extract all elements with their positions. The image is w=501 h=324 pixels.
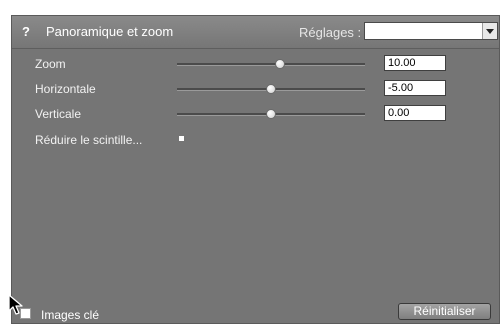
horizontal-slider-thumb[interactable]: [266, 84, 276, 94]
panel-header: ? Panoramique et zoom Réglages :: [12, 16, 499, 49]
vertical-slider[interactable]: [177, 109, 365, 119]
horizontal-label: Horizontale: [35, 82, 96, 96]
presets-label: Réglages :: [299, 25, 362, 40]
horizontal-slider[interactable]: [177, 84, 365, 94]
zoom-slider[interactable]: [177, 59, 365, 69]
reduce-flicker-label: Réduire le scintille...: [35, 133, 143, 147]
vertical-value-field[interactable]: 0.00: [384, 105, 446, 121]
vertical-label: Verticale: [35, 107, 82, 121]
zoom-slider-thumb[interactable]: [275, 59, 286, 69]
keyframes-label: Images clé: [41, 308, 100, 322]
reset-button[interactable]: Réinitialiser: [398, 303, 491, 320]
vertical-slider-thumb[interactable]: [266, 109, 276, 119]
horizontal-value-field[interactable]: -5.00: [384, 80, 446, 96]
pan-zoom-panel: ? Panoramique et zoom Réglages : Zoom 10…: [11, 15, 500, 324]
presets-dropdown[interactable]: [364, 22, 498, 40]
zoom-value-field[interactable]: 10.00: [384, 55, 446, 71]
chevron-down-icon[interactable]: [482, 23, 497, 39]
zoom-label: Zoom: [35, 57, 66, 71]
arrow-cursor-icon: [8, 294, 23, 315]
help-icon[interactable]: ?: [22, 24, 34, 40]
panel-title: Panoramique et zoom: [46, 24, 174, 39]
reduce-flicker-checkbox[interactable]: [179, 136, 184, 141]
